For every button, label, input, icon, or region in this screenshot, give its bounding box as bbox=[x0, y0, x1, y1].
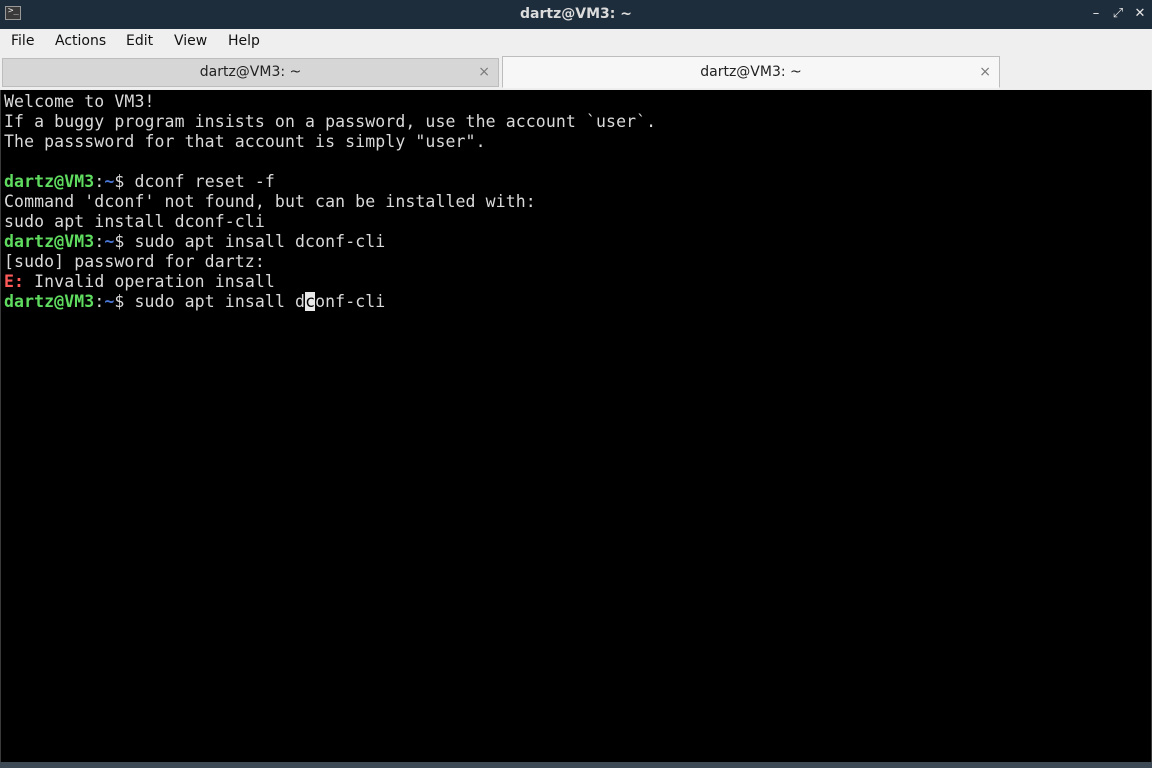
tab-close-icon[interactable]: × bbox=[478, 59, 490, 86]
minimize-icon[interactable]: – bbox=[1088, 6, 1104, 22]
output-line: [sudo] password for dartz: bbox=[4, 252, 265, 271]
command-text: sudo apt insall dconf-cli bbox=[134, 232, 386, 251]
prompt-line: dartz@VM3:~$ dconf reset -f bbox=[4, 172, 275, 192]
prompt-symbol: $ bbox=[114, 232, 135, 251]
command-input-text[interactable]: sudo apt insall d bbox=[134, 292, 305, 311]
terminal-window: >_ dartz@VM3: ~ – ⤢ ✕ File Actions Edit … bbox=[0, 0, 1152, 768]
welcome-line: If a buggy program insists on a password… bbox=[4, 112, 657, 131]
title-bar[interactable]: >_ dartz@VM3: ~ – ⤢ ✕ bbox=[0, 0, 1152, 29]
welcome-line: The passsword for that account is simply… bbox=[4, 132, 486, 151]
prompt-user-host: dartz@VM3 bbox=[4, 172, 95, 191]
menu-edit[interactable]: Edit bbox=[125, 33, 154, 53]
prompt-separator: : bbox=[94, 172, 105, 191]
window-title: dartz@VM3: ~ bbox=[520, 6, 632, 22]
prompt-separator: : bbox=[94, 232, 105, 251]
command-input-text[interactable]: onf-cli bbox=[315, 292, 385, 311]
error-text: Invalid operation insall bbox=[24, 272, 275, 291]
tab-terminal-1[interactable]: dartz@VM3: ~ × bbox=[2, 58, 499, 87]
prompt-symbol: $ bbox=[114, 292, 135, 311]
welcome-line: Welcome to VM3! bbox=[4, 92, 155, 111]
tab-bar: dartz@VM3: ~ × dartz@VM3: ~ × bbox=[0, 56, 1152, 89]
tab-terminal-2[interactable]: dartz@VM3: ~ × bbox=[502, 56, 1000, 88]
menu-bar: File Actions Edit View Help bbox=[0, 29, 1152, 56]
prompt-symbol: $ bbox=[114, 172, 135, 191]
window-bottom-border bbox=[0, 762, 1152, 768]
maximize-icon[interactable]: ⤢ bbox=[1110, 6, 1126, 22]
menu-help[interactable]: Help bbox=[227, 33, 261, 53]
close-icon[interactable]: ✕ bbox=[1132, 6, 1148, 22]
prompt-user-host: dartz@VM3 bbox=[4, 232, 95, 251]
command-text: dconf reset -f bbox=[134, 172, 275, 191]
menu-file[interactable]: File bbox=[10, 33, 35, 53]
output-line: sudo apt install dconf-cli bbox=[4, 212, 265, 231]
error-prefix: E: bbox=[4, 272, 25, 291]
tab-label: dartz@VM3: ~ bbox=[700, 64, 802, 80]
prompt-line: dartz@VM3:~$ sudo apt insall dconf-cli bbox=[4, 292, 385, 312]
prompt-path: ~ bbox=[104, 172, 115, 191]
prompt-user-host: dartz@VM3 bbox=[4, 292, 95, 311]
tab-close-icon[interactable]: × bbox=[979, 57, 991, 87]
prompt-separator: : bbox=[94, 292, 105, 311]
tab-label: dartz@VM3: ~ bbox=[199, 64, 302, 80]
error-line: E: Invalid operation insall bbox=[4, 272, 275, 292]
output-line: Command 'dconf' not found, but can be in… bbox=[4, 192, 536, 211]
prompt-path: ~ bbox=[104, 292, 115, 311]
prompt-path: ~ bbox=[104, 232, 115, 251]
prompt-line: dartz@VM3:~$ sudo apt insall dconf-cli bbox=[4, 232, 385, 252]
menu-view[interactable]: View bbox=[173, 33, 208, 53]
text-cursor: c bbox=[305, 292, 316, 311]
terminal-output[interactable]: Welcome to VM3! If a buggy program insis… bbox=[0, 90, 1152, 762]
menu-actions[interactable]: Actions bbox=[54, 33, 107, 53]
